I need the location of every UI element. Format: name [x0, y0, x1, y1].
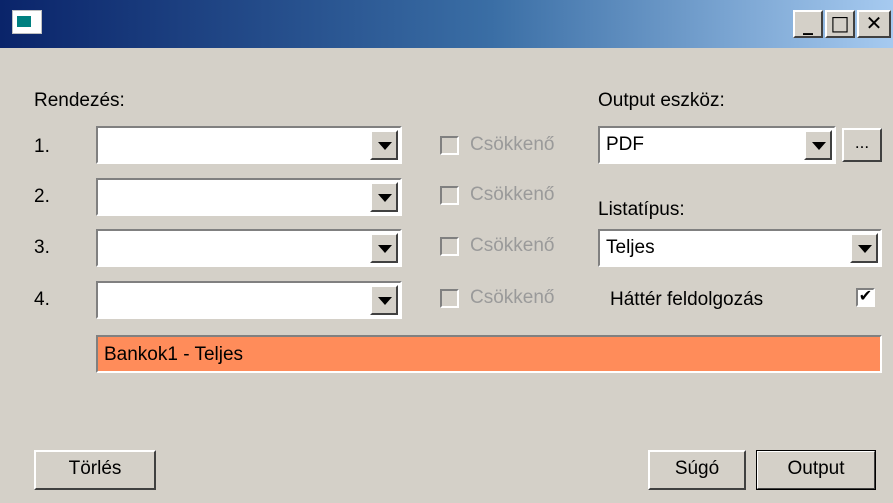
dropdown-arrow-button[interactable]: [370, 130, 398, 160]
output-device-value: PDF: [606, 134, 644, 155]
sort-field-2-combo[interactable]: [96, 178, 402, 216]
output-device-label: Output eszköz:: [598, 90, 725, 111]
chevron-down-icon: [378, 245, 392, 253]
dropdown-arrow-button[interactable]: [804, 130, 832, 160]
sort-row-4-index: 4.: [34, 289, 50, 310]
sort-row-2-index: 2.: [34, 186, 50, 207]
sort-field-3-combo[interactable]: [96, 229, 402, 267]
minimize-button[interactable]: _: [793, 10, 823, 38]
list-type-label: Listatípus:: [598, 199, 685, 220]
clear-button[interactable]: Törlés: [34, 450, 156, 490]
checkmark-icon: ✔: [858, 286, 873, 305]
dropdown-arrow-button[interactable]: [370, 285, 398, 315]
background-processing-checkbox[interactable]: ✔: [856, 286, 875, 307]
output-button[interactable]: Output: [756, 450, 876, 490]
sort-field-4-combo[interactable]: [96, 281, 402, 319]
app-icon: [12, 10, 42, 34]
descending-3-checkbox: [440, 237, 459, 256]
dialog-window: _ □ ✕ Rendezés: 1. Csökkenő 2. Csökkenő …: [0, 0, 893, 503]
descending-2-label: Csökkenő: [470, 184, 555, 205]
descending-4-checkbox: [440, 289, 459, 308]
list-type-value: Teljes: [606, 237, 655, 258]
sort-heading: Rendezés:: [34, 90, 125, 111]
browse-button[interactable]: ...: [842, 128, 882, 162]
chevron-down-icon: [378, 297, 392, 305]
descending-3-label: Csökkenő: [470, 235, 555, 256]
report-title-value: Bankok1 - Teljes: [104, 344, 244, 365]
maximize-button[interactable]: □: [825, 10, 855, 38]
list-type-combo[interactable]: Teljes: [598, 229, 882, 267]
chevron-down-icon: [812, 142, 826, 150]
help-button[interactable]: Súgó: [648, 450, 746, 490]
chevron-down-icon: [378, 194, 392, 202]
sort-field-1-combo[interactable]: [96, 126, 402, 164]
dropdown-arrow-button[interactable]: [370, 182, 398, 212]
chevron-down-icon: [378, 142, 392, 150]
sort-row-1-index: 1.: [34, 136, 50, 157]
descending-2-checkbox: [440, 186, 459, 205]
descending-4-label: Csökkenő: [470, 287, 555, 308]
sort-row-3-index: 3.: [34, 237, 50, 258]
background-processing-label: Háttér feldolgozás: [610, 289, 764, 310]
close-button[interactable]: ✕: [857, 10, 891, 38]
descending-1-checkbox: [440, 136, 459, 155]
report-title-input[interactable]: Bankok1 - Teljes: [96, 335, 882, 373]
dropdown-arrow-button[interactable]: [850, 233, 878, 263]
descending-1-label: Csökkenő: [470, 134, 555, 155]
title-bar[interactable]: _ □ ✕: [0, 0, 893, 48]
chevron-down-icon: [858, 245, 872, 253]
output-device-combo[interactable]: PDF: [598, 126, 836, 164]
dropdown-arrow-button[interactable]: [370, 233, 398, 263]
